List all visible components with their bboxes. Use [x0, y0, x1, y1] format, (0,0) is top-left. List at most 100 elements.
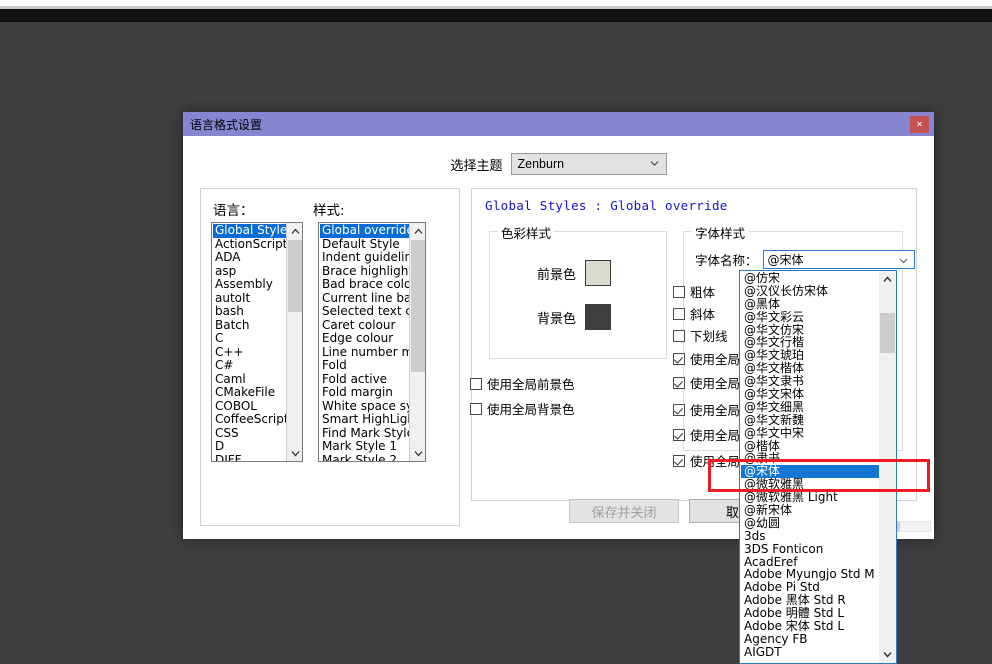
use-global-font-checkbox[interactable] [673, 352, 685, 365]
font-dropdown-item[interactable]: @华文新魏 [741, 413, 879, 427]
use-global-background-checkbox[interactable] [470, 402, 482, 415]
scroll-up-icon[interactable] [879, 271, 896, 288]
style-list-item[interactable]: Default Style [320, 237, 410, 252]
style-list-item[interactable]: Bad brace colour [320, 277, 424, 292]
use-global-background-row[interactable]: 使用全局背景色 [470, 399, 575, 418]
language-list-item[interactable]: autoIt [213, 291, 287, 306]
style-list-scroll-thumb[interactable] [411, 240, 425, 372]
font-name-dropdown-list[interactable]: @仿宋 @汉仪长仿宋体 @黑体 @华文彩云 @华文仿宋 @华文行楷 @华文琥珀 @华文楷体 @华… [739, 270, 897, 664]
use-global-font-checkbox[interactable] [673, 428, 685, 441]
font-dropdown-item[interactable]: @汉仪长仿宋体 [741, 284, 879, 298]
use-global-foreground-checkbox[interactable] [470, 377, 482, 390]
style-list-item[interactable]: Caret colour [320, 318, 410, 333]
style-header-text: Global Styles : Global override [485, 198, 728, 213]
style-list-item[interactable]: Global override [320, 223, 414, 238]
underline-checkbox[interactable] [673, 329, 685, 342]
foreground-color-swatch[interactable] [585, 260, 612, 286]
use-global-foreground-label: 使用全局前景色 [487, 377, 575, 392]
style-list-item[interactable]: Fold margin [320, 385, 410, 400]
language-list-item[interactable]: Batch [213, 318, 287, 333]
font-dropdown-item[interactable]: @华文细黑 [741, 401, 879, 414]
font-dropdown-item[interactable]: Adobe 宋体 Std L [741, 620, 879, 633]
desktop-background: 语言格式设置 ✕ 选择主题 Zenburn 语言： 样式: Global Sty… [0, 0, 992, 664]
style-list-item[interactable]: Brace highlight styl [320, 264, 425, 279]
language-list-item[interactable]: COBOL [213, 399, 287, 414]
font-dropdown-item[interactable]: 3ds [741, 529, 879, 543]
scroll-down-icon[interactable] [410, 445, 425, 461]
font-dropdown-item[interactable]: @新宋体 [741, 504, 879, 517]
style-list-item[interactable]: Edge colour [320, 331, 410, 346]
font-dropdown-item[interactable]: @幼圆 [741, 517, 879, 530]
use-global-font-checkbox[interactable] [673, 376, 685, 389]
style-list-item[interactable]: Find Mark Style [320, 426, 414, 441]
underline-row[interactable]: 下划线 [673, 326, 728, 345]
save-and-close-button[interactable]: 保存并关闭 [569, 499, 679, 523]
style-list-item[interactable]: Smart HighLighting [320, 412, 425, 427]
language-list-item[interactable]: ADA [213, 250, 287, 265]
language-list-label: 语言： [213, 203, 254, 219]
bold-checkbox[interactable] [673, 285, 685, 298]
style-list-item[interactable]: Mark Style 2 [320, 453, 410, 461]
theme-select[interactable]: Zenburn [510, 153, 667, 175]
style-list-scrollbar[interactable] [409, 223, 425, 461]
bold-row[interactable]: 粗体 [673, 282, 715, 301]
font-dropdown-item[interactable]: @华文宋体 [741, 388, 879, 401]
style-list-item[interactable]: Fold active [320, 372, 410, 387]
font-dropdown-item[interactable]: Agency FB [741, 633, 879, 646]
style-listbox[interactable]: Global override Default Style Indent guide… [318, 222, 426, 462]
use-global-font-checkbox[interactable] [673, 454, 685, 467]
italic-label: 斜体 [690, 307, 716, 322]
dialog-titlebar[interactable]: 语言格式设置 ✕ [183, 112, 934, 136]
language-list-item[interactable]: asp [213, 264, 287, 279]
chevron-down-icon [899, 256, 908, 265]
language-list-item[interactable]: DIFF [213, 453, 287, 461]
scroll-down-icon[interactable] [287, 445, 302, 461]
use-global-background-label: 使用全局背景色 [487, 402, 575, 417]
scroll-up-icon[interactable] [287, 223, 302, 239]
font-dropdown-item[interactable]: AIGDT [741, 645, 879, 659]
language-list-item[interactable]: C++ [213, 345, 287, 360]
language-list-item[interactable]: ActionScript [213, 237, 287, 252]
use-global-font-checkbox[interactable] [673, 403, 685, 416]
language-list-item[interactable]: Caml [213, 372, 287, 387]
bold-label: 粗体 [690, 285, 716, 300]
italic-checkbox[interactable] [673, 307, 685, 320]
style-list-item[interactable]: Line number margin [320, 345, 425, 360]
scroll-up-icon[interactable] [410, 223, 425, 239]
font-name-row: 字体名称： @宋体 [695, 250, 915, 269]
language-list-item[interactable]: D [213, 439, 287, 454]
language-list-item[interactable]: CSS [213, 426, 287, 441]
dropdown-scroll-thumb[interactable] [880, 313, 895, 353]
language-list-scroll-thumb[interactable] [288, 240, 302, 312]
style-list-item[interactable]: Selected text colou [320, 304, 425, 319]
dropdown-scrollbar[interactable] [879, 271, 896, 663]
language-list-item[interactable]: bash [213, 304, 287, 319]
style-list-item[interactable]: Indent guideline sty [320, 250, 425, 265]
background-color-swatch[interactable] [585, 304, 612, 330]
background-color-label: 背景色 [537, 311, 577, 327]
language-list-item[interactable]: Global Styles [213, 223, 294, 238]
font-dropdown-item[interactable]: @华文中宋 [741, 426, 879, 440]
font-dropdown-item[interactable]: @华文彩云 [741, 310, 879, 324]
font-dropdown-item[interactable]: @仿宋 [741, 272, 879, 285]
language-list-item[interactable]: C# [213, 358, 287, 373]
style-list-item[interactable]: White space symbo [320, 399, 425, 414]
use-global-foreground-row[interactable]: 使用全局前景色 [470, 374, 575, 393]
close-icon[interactable]: ✕ [910, 116, 929, 133]
scroll-down-icon[interactable] [879, 646, 896, 663]
font-dropdown-item[interactable]: 3DS Fonticon [741, 542, 879, 556]
font-name-combobox[interactable]: @宋体 [762, 250, 915, 269]
language-list-item[interactable]: CoffeeScript [213, 412, 289, 427]
style-list-item[interactable]: Current line backgr [320, 291, 425, 306]
style-list-item[interactable]: Mark Style 1 [320, 439, 410, 454]
font-dropdown-item[interactable]: @黑体 [741, 297, 879, 311]
language-list-item[interactable]: C [213, 331, 287, 346]
style-list-item[interactable]: Fold [320, 358, 410, 373]
italic-row[interactable]: 斜体 [673, 304, 715, 323]
language-listbox[interactable]: Global Styles ActionScript ADA asp Assembly a… [211, 222, 303, 462]
theme-select-value: Zenburn [517, 157, 565, 171]
language-list-item[interactable]: Assembly [213, 277, 287, 292]
color-style-legend: 色彩样式 [498, 223, 555, 242]
language-list-item[interactable]: CMakeFile [213, 385, 287, 400]
language-list-scrollbar[interactable] [286, 223, 302, 461]
